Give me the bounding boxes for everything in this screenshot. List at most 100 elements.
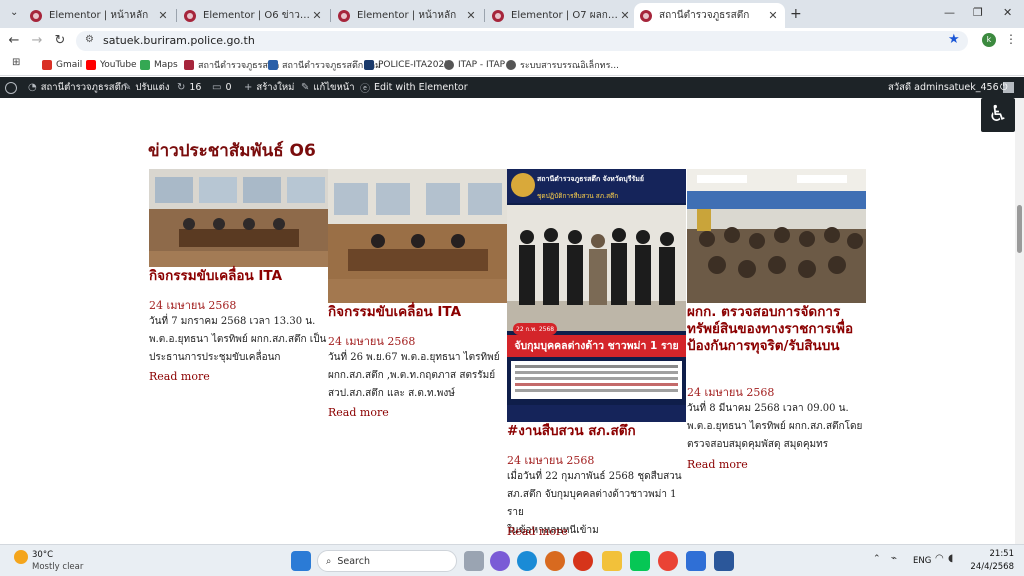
site-favicon-icon <box>184 60 194 70</box>
post-4-title[interactable]: ผกก. ตรวจสอบการจัดการทรัพย์สินของทางราชก… <box>687 304 867 355</box>
bookmark-saraban[interactable]: ระบบสารบรรณอิเล็กทร... <box>506 57 619 73</box>
post-1-image[interactable] <box>149 169 328 267</box>
task-view-icon[interactable] <box>464 551 484 571</box>
globe-icon <box>506 60 516 70</box>
edge-icon[interactable] <box>517 551 537 571</box>
police-emblem-icon <box>511 173 535 197</box>
volume-icon[interactable]: ◖ <box>948 553 953 564</box>
file-explorer-icon[interactable] <box>602 551 622 571</box>
taskbar-time[interactable]: 21:51 <box>962 549 1015 559</box>
post-3-image[interactable]: สถานีตำรวจภูธรสตึก จังหวัดบุรีรัมย์ ชุดป… <box>507 169 686 422</box>
profile-avatar[interactable]: k <box>982 33 996 47</box>
elementor-favicon-icon <box>492 9 504 22</box>
taskbar <box>0 544 1024 576</box>
close-icon[interactable]: ✕ <box>311 9 323 22</box>
post-4-image[interactable] <box>687 169 866 303</box>
bookmark-itap[interactable]: ITAP - ITAP <box>444 57 505 73</box>
bookmark-maps[interactable]: Maps <box>140 57 178 73</box>
post-2-title[interactable]: กิจกรรมขับเคลื่อน ITA <box>328 304 508 321</box>
excerpt-line: วันที่ 7 มกราคม 2568 เวลา 13.30 น. <box>149 316 316 327</box>
bookmark-site[interactable]: สถานีตำรวจภูธรสตึก <box>184 57 279 73</box>
wp-user-menu[interactable]: สวัสดี adminsatuek_456 <box>888 77 1014 98</box>
network-icon[interactable]: ⌁ <box>891 553 897 564</box>
chrome-icon[interactable] <box>658 551 678 571</box>
bookmark-gmail[interactable]: Gmail <box>42 57 82 73</box>
accessibility-icon[interactable]: ♿ <box>981 98 1015 132</box>
poster-header-text: สถานีตำรวจภูธรสตึก จังหวัดบุรีรัมย์ <box>537 175 644 183</box>
maps-icon <box>140 60 150 70</box>
reload-icon[interactable]: ↻ <box>51 32 69 50</box>
browser-tab[interactable]: Elementor | O6 ข่าวประชาสัมพันธ์ ✕ <box>178 3 329 28</box>
wp-new[interactable]: + สร้างใหม่ <box>244 77 294 98</box>
windows-start-icon[interactable] <box>291 551 311 571</box>
taskbar-date[interactable]: 24/4/2568 <box>962 562 1014 572</box>
elementor-label: Edit with Elementor <box>374 82 468 93</box>
copilot-icon[interactable] <box>490 551 510 571</box>
close-icon[interactable]: ✕ <box>465 9 477 22</box>
scrollbar-thumb[interactable] <box>1017 205 1022 253</box>
new-label: สร้างใหม่ <box>256 82 295 93</box>
poster-text-block <box>511 361 682 399</box>
wordpress-logo-icon[interactable] <box>5 77 17 98</box>
pencil-icon: ✎ <box>301 82 310 93</box>
line-icon[interactable] <box>630 551 650 571</box>
weather-temperature[interactable]: 30°C <box>32 550 53 560</box>
apps-grid-icon[interactable]: ⊞ <box>12 57 20 68</box>
browser-tab-active[interactable]: สถานีตำรวจภูธรสตึก ✕ <box>634 3 785 28</box>
browser-tab[interactable]: Elementor | O7 ผลการปฏิบัติงานฯ ✕ <box>486 3 637 28</box>
close-icon[interactable]: ✕ <box>619 9 631 22</box>
taskbar-search[interactable]: ⌕ Search <box>317 550 457 572</box>
weather-icon[interactable] <box>14 550 28 564</box>
browser-tab[interactable]: Elementor | หน้าหลัก ✕ <box>24 3 175 28</box>
wp-elementor[interactable]: ⓔ Edit with Elementor <box>360 77 468 98</box>
browser-tab[interactable]: Elementor | หน้าหลัก ✕ <box>332 3 483 28</box>
word-icon[interactable] <box>714 551 734 571</box>
bookmark-label: Maps <box>154 60 178 70</box>
bookmark-youtube[interactable]: YouTube <box>86 57 137 73</box>
bookmark-star-icon[interactable]: ★ <box>948 32 960 47</box>
forward-icon[interactable]: → <box>28 32 46 50</box>
wp-updates[interactable]: ↻ 16 <box>177 77 201 98</box>
close-icon[interactable]: ✕ <box>767 9 779 22</box>
wp-customize[interactable]: ✎ ปรับแต่ง <box>123 77 170 98</box>
elementor-favicon-icon <box>338 9 350 22</box>
section-title: ข่าวประชาสัมพันธ์ O6 <box>148 141 316 161</box>
site-info-icon[interactable]: ⚙ <box>85 34 94 45</box>
firefox-icon[interactable] <box>545 551 565 571</box>
wp-edit-page[interactable]: ✎ แก้ไขหน้า <box>301 77 355 98</box>
bookmark-police-ita[interactable]: POLICE-ITA2023 <box>364 57 450 73</box>
post-3-read-more[interactable]: Read more <box>507 525 568 538</box>
greeting-label: สวัสดี adminsatuek_456 <box>888 82 999 93</box>
post-2-date: 24 เมษายน 2568 <box>328 335 416 348</box>
wp-comments[interactable]: ▭ 0 <box>212 77 232 98</box>
post-1-title[interactable]: กิจกรรมขับเคลื่อน ITA <box>149 268 329 285</box>
wifi-icon[interactable]: ◠ <box>935 553 944 564</box>
updates-count: 16 <box>189 82 202 93</box>
post-4-date: 24 เมษายน 2568 <box>687 386 775 399</box>
post-2-read-more[interactable]: Read more <box>328 406 389 419</box>
restore-icon[interactable]: ❐ <box>973 6 983 19</box>
language-indicator[interactable]: ENG <box>913 556 931 566</box>
weather-condition[interactable]: Mostly clear <box>32 562 83 572</box>
scrollbar-track[interactable] <box>1015 98 1024 544</box>
photos-icon[interactable] <box>686 551 706 571</box>
police-icon <box>364 60 374 70</box>
post-3-title[interactable]: #งานสืบสวน สภ.สตึก <box>507 423 687 440</box>
chevron-up-icon[interactable]: ⌃ <box>873 554 881 564</box>
globe-icon <box>444 60 454 70</box>
new-tab-icon[interactable]: + <box>790 6 802 22</box>
logout-icon[interactable]: ⏻ <box>1000 77 1008 98</box>
post-4-read-more[interactable]: Read more <box>687 458 748 471</box>
post-2-image[interactable] <box>328 169 507 303</box>
url-text[interactable]: satuek.buriram.police.go.th <box>103 34 255 47</box>
post-1-read-more[interactable]: Read more <box>149 370 210 383</box>
back-icon[interactable]: ← <box>5 32 23 50</box>
window-close-icon[interactable]: ✕ <box>1003 6 1012 19</box>
chrome-alt-icon[interactable] <box>573 551 593 571</box>
minimize-icon[interactable]: — <box>944 6 955 19</box>
menu-kebab-icon[interactable]: ⋮ <box>1005 32 1017 46</box>
bookmark-label: YouTube <box>100 60 137 70</box>
wp-site-name[interactable]: ◔ สถานีตำรวจภูธรสตึก <box>28 77 127 98</box>
tab-search-icon[interactable]: ⌄ <box>10 7 18 18</box>
close-icon[interactable]: ✕ <box>157 9 169 22</box>
